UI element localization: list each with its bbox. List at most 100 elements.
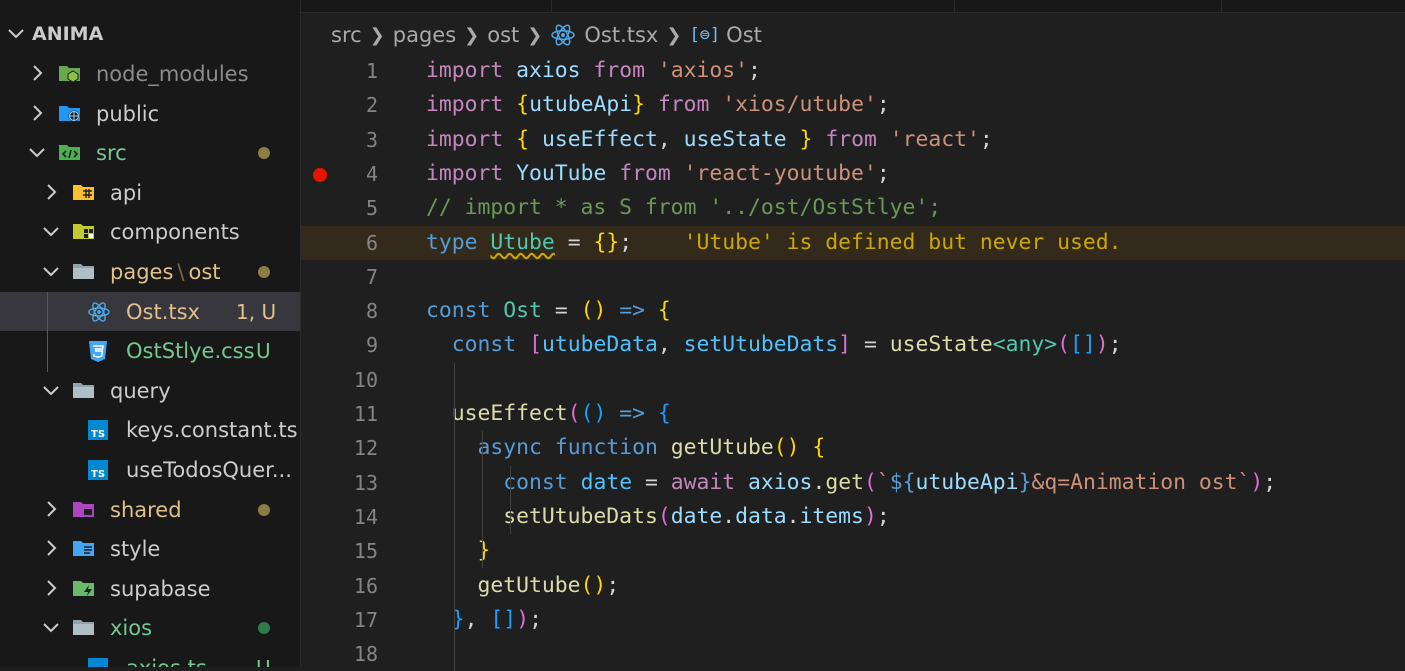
code-token: () xyxy=(580,298,607,324)
code-line[interactable]: 7 xyxy=(301,260,1405,294)
tree-item[interactable]: api xyxy=(0,173,300,212)
tree-item-label: ost xyxy=(188,260,221,284)
tab-divider xyxy=(551,0,552,12)
tree-item-label: public xyxy=(96,101,160,126)
explorer-root-label: ANIMA xyxy=(32,23,104,45)
tree-item[interactable]: node_modules xyxy=(0,54,300,93)
code-line[interactable]: 8 const Ost = () => { xyxy=(301,294,1405,328)
tree-item[interactable]: TS useTodosQuer... xyxy=(0,450,300,489)
code-token: await xyxy=(670,469,736,495)
code-token: items xyxy=(799,503,864,529)
code-line[interactable]: 2 import {utubeApi} from 'xios/utube'; xyxy=(301,88,1405,122)
inline-diagnostic: 'Utube' is defined but never used. xyxy=(683,229,1122,255)
code-token: axios xyxy=(516,58,581,83)
breadcrumb-item-src[interactable]: src xyxy=(331,23,362,47)
supabase-folder-icon xyxy=(72,577,96,599)
tree-item[interactable]: style xyxy=(0,529,300,568)
code-line[interactable]: 5 // import * as S from '../ost/OstStlye'… xyxy=(301,191,1405,225)
tree-item-label: axios.ts xyxy=(126,656,207,667)
tree-item[interactable]: TS axios.ts U xyxy=(0,648,300,667)
code-token: 'react' xyxy=(889,126,980,152)
line-number: 5 xyxy=(365,196,378,221)
git-status-badge: 1, U xyxy=(236,299,277,324)
breadcrumb-symbol[interactable]: Ost xyxy=(726,23,762,47)
code-line[interactable]: 17 }, []); xyxy=(301,603,1405,637)
code-token: . xyxy=(812,469,826,495)
code-token: ; xyxy=(876,160,890,186)
code-token: { xyxy=(516,92,530,118)
code-text: import axios from 'axios'; xyxy=(426,54,761,88)
code-token: async xyxy=(477,435,542,461)
tree-item[interactable]: public xyxy=(0,94,300,133)
code-token: } xyxy=(1018,469,1032,495)
code-line[interactable]: 18 xyxy=(301,637,1405,671)
tree-item[interactable]: query xyxy=(0,371,300,410)
tree-item[interactable]: xios xyxy=(0,608,300,647)
code-token: &q=Animation ost` xyxy=(1031,469,1251,495)
code-token: data xyxy=(735,503,787,529)
tree-item[interactable]: src xyxy=(0,133,300,172)
indent-guide xyxy=(482,431,483,569)
tree-item[interactable]: OstStlye.css U xyxy=(0,331,300,370)
tree-item[interactable]: components xyxy=(0,212,300,251)
breadcrumb-item-pages[interactable]: pages xyxy=(393,23,456,47)
code-line[interactable]: 12 async function getUtube() { xyxy=(301,431,1405,465)
code-editor[interactable]: 1 import axios from 'axios'; 2 import {utub… xyxy=(301,54,1405,671)
code-text: import { useEffect, useState } from 'rea… xyxy=(426,123,993,157)
code-line[interactable]: 6 type Utube = {}; 'Utube' is defined but… xyxy=(301,225,1405,260)
code-token: useEffect xyxy=(541,126,658,152)
tree-item-label: pages \ ost xyxy=(110,260,221,284)
tree-item[interactable]: supabase xyxy=(0,569,300,608)
line-number: 7 xyxy=(365,264,378,289)
code-token: = xyxy=(632,469,671,495)
code-line[interactable]: 3 import { useEffect, useState } from 're… xyxy=(301,123,1405,157)
tree-item-label: query xyxy=(110,378,171,403)
code-line[interactable]: 15 } xyxy=(301,534,1405,568)
code-line[interactable]: 4 import YouTube from 'react-youtube'; xyxy=(301,157,1405,191)
code-text: }, []); xyxy=(426,603,542,637)
explorer-root-header[interactable]: ANIMA xyxy=(0,14,300,54)
tree-item[interactable]: Ost.tsx 1, U xyxy=(0,291,300,331)
code-token: Utube xyxy=(490,229,555,255)
code-line[interactable]: 13 const date = await axios.get(`${utube… xyxy=(301,466,1405,500)
breadcrumb-item-ost[interactable]: ost xyxy=(487,23,519,47)
code-line[interactable]: 9 const [utubeData, setUtubeDats] = useS… xyxy=(301,328,1405,362)
components-folder-icon xyxy=(72,220,96,242)
indent-guide xyxy=(454,362,455,671)
code-line[interactable]: 11 useEffect(() => { xyxy=(301,397,1405,431)
code-line[interactable]: 16 getUtube(); xyxy=(301,569,1405,603)
chevron-right-icon xyxy=(47,540,57,556)
code-token: // import * as S from '../ost/OstStlye'; xyxy=(426,195,942,221)
code-token: useState xyxy=(889,332,993,358)
code-line[interactable]: 14 setUtubeDats(date.data.items); xyxy=(301,500,1405,534)
tree-item[interactable]: pages \ ost xyxy=(0,252,300,291)
code-token: ( xyxy=(567,401,581,426)
breadcrumb-file[interactable]: Ost.tsx xyxy=(584,23,658,47)
code-token: setUtubeDats xyxy=(503,503,658,529)
code-token: ) xyxy=(1250,469,1264,495)
code-token: Ost xyxy=(503,298,542,324)
code-token: ] xyxy=(838,332,852,358)
tree-item[interactable]: TS keys.constant.ts xyxy=(0,410,300,449)
code-text: import {utubeApi} from 'xios/utube'; xyxy=(426,88,890,122)
line-number: 16 xyxy=(353,573,378,598)
chevron-down-icon xyxy=(43,267,59,277)
code-line[interactable]: 1 import axios from 'axios'; xyxy=(301,54,1405,88)
code-text: type Utube = {}; 'Utube' is defined but … xyxy=(426,226,1122,260)
code-line[interactable]: 10 xyxy=(301,363,1405,397)
code-token: } xyxy=(799,126,813,152)
tree-item[interactable]: shared xyxy=(0,490,300,529)
